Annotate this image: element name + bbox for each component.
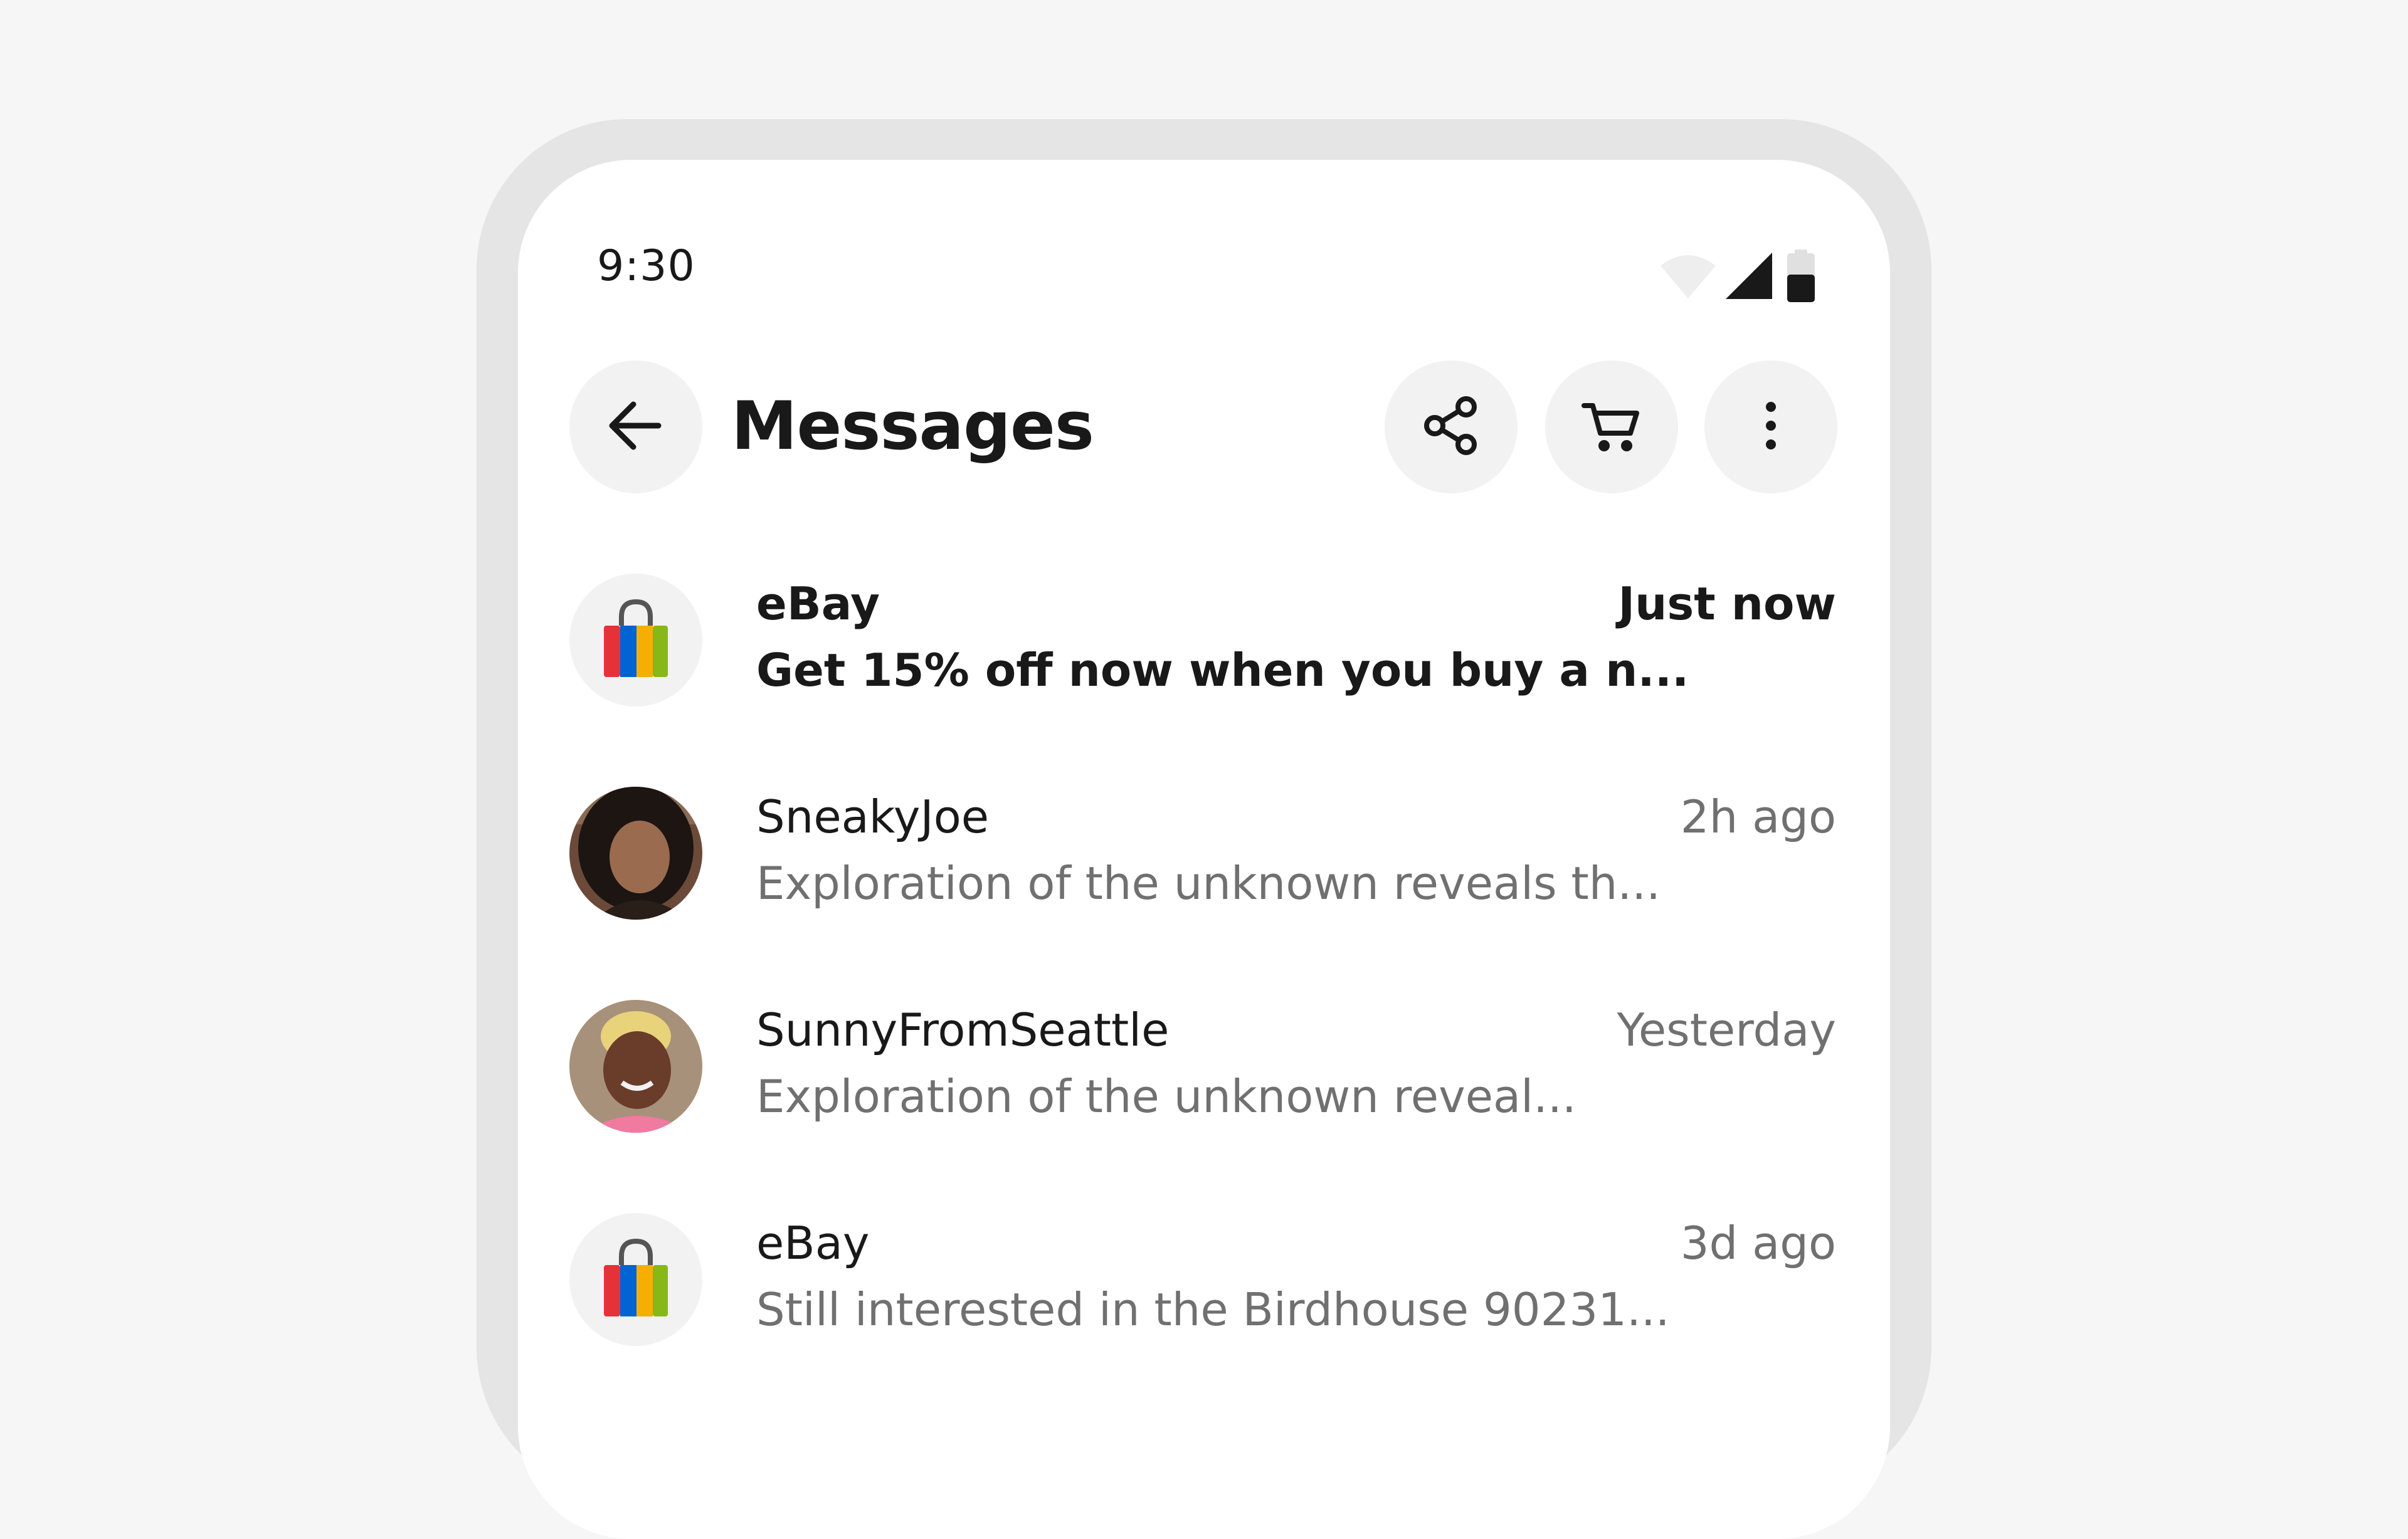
cart-icon bbox=[1580, 394, 1643, 460]
user-photo bbox=[569, 1000, 702, 1133]
avatar bbox=[569, 787, 702, 920]
message-preview: Still interested in the Birdhouse 90231.… bbox=[756, 1283, 1670, 1336]
ebay-bag-icon bbox=[601, 598, 670, 682]
message-preview: Get 15% off now when you buy a n... bbox=[756, 644, 1689, 696]
message-row[interactable]: SunnyFromSeattle Exploration of the unkn… bbox=[518, 1000, 1890, 1213]
message-row[interactable]: SneakyJoe Exploration of the unknown rev… bbox=[518, 787, 1890, 1000]
message-row[interactable]: eBay Get 15% off now when you buy a n...… bbox=[518, 574, 1890, 787]
message-preview: Exploration of the unknown reveal... bbox=[756, 1070, 1576, 1123]
battery-icon bbox=[1787, 249, 1815, 302]
avatar bbox=[569, 1213, 702, 1346]
signal-icon bbox=[1724, 251, 1773, 300]
sender-name: SneakyJoe bbox=[756, 791, 990, 843]
message-time: 3d ago bbox=[1680, 1217, 1836, 1269]
avatar bbox=[569, 1000, 702, 1133]
share-button[interactable] bbox=[1385, 360, 1518, 493]
message-time: Yesterday bbox=[1617, 1004, 1836, 1056]
sender-name: eBay bbox=[756, 1217, 870, 1269]
ebay-bag-icon bbox=[601, 1237, 670, 1321]
page-title: Messages bbox=[731, 387, 1094, 465]
cart-button[interactable] bbox=[1545, 360, 1678, 493]
more-options-button[interactable] bbox=[1704, 360, 1837, 493]
message-time: Just now bbox=[1618, 577, 1836, 630]
more-vertical-icon bbox=[1758, 394, 1783, 460]
phone-screen: 9:30 Messages eBay Get 15% off now when … bbox=[518, 160, 1890, 1539]
message-time: 2h ago bbox=[1680, 791, 1836, 843]
back-button[interactable] bbox=[569, 360, 702, 493]
arrow-left-icon bbox=[605, 394, 667, 460]
message-preview: Exploration of the unknown reveals th... bbox=[756, 857, 1661, 910]
share-icon bbox=[1420, 394, 1482, 460]
avatar bbox=[569, 574, 702, 706]
status-time: 9:30 bbox=[597, 241, 695, 291]
user-photo bbox=[569, 787, 702, 920]
status-icons bbox=[1659, 248, 1815, 304]
sender-name: SunnyFromSeattle bbox=[756, 1004, 1170, 1056]
message-row[interactable]: eBay Still interested in the Birdhouse 9… bbox=[518, 1213, 1890, 1426]
wifi-icon bbox=[1659, 252, 1717, 300]
sender-name: eBay bbox=[756, 577, 880, 630]
